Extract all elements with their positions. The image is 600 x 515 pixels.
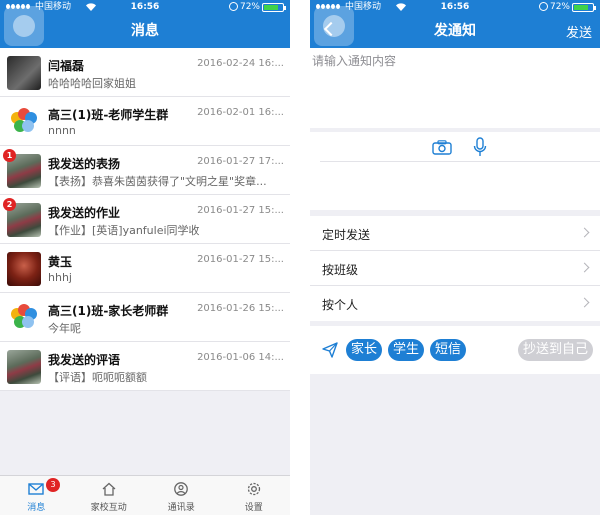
chevron-right-icon [579, 262, 590, 273]
notice-content-input[interactable] [312, 52, 596, 124]
page-title: 消息 [131, 23, 159, 39]
paper-plane-icon [322, 342, 338, 358]
message-sender: 我发送的表扬 [48, 157, 121, 171]
avatar [7, 56, 41, 90]
option-row[interactable]: 按个人 [310, 286, 600, 321]
send-button[interactable]: 发送 [566, 22, 592, 41]
message-sender: 我发送的评语 [48, 353, 121, 367]
battery-level-fill [574, 5, 588, 10]
tab-label: 设置 [244, 503, 263, 513]
flower-petal [22, 120, 34, 132]
chevron-right-icon [579, 227, 590, 238]
compose-area [310, 48, 600, 128]
avatar-image [7, 252, 41, 286]
unread-count-badge: 3 [46, 478, 60, 492]
option-label: 定时发送 [322, 228, 371, 242]
avatar: 1 [3, 149, 41, 188]
messages-screen: 中国移动 16:56 72% 消息 闫福磊 2016-02-24 16:... 哈哈… [0, 0, 290, 515]
message-preview: hhhj [48, 271, 72, 284]
alarm-icon [229, 2, 238, 11]
message-date: 2016-01-26 15:... [197, 303, 284, 314]
avatar-image [7, 56, 41, 90]
tab-envelope[interactable]: 消息 3 [0, 476, 73, 515]
sms-pill[interactable]: 短信 [430, 339, 467, 361]
avatar [7, 252, 41, 286]
message-sender: 我发送的作业 [48, 206, 121, 220]
compose-header: 中国移动 16:56 72% 发通知 发送 [310, 0, 600, 48]
message-sender: 黄玉 [48, 255, 73, 269]
messages-header: 中国移动 16:56 72% 消息 [0, 0, 290, 48]
message-date: 2016-01-27 17:... [197, 156, 284, 167]
message-sender: 闫福磊 [48, 59, 85, 73]
battery-percent: 72% [549, 2, 570, 12]
message-row[interactable]: 2 我发送的作业 2016-01-27 15:... 【作业】[英语]yanfulei… [0, 195, 290, 244]
tab-contacts[interactable]: 通讯录 [145, 476, 218, 515]
message-preview: 哈哈哈哈回家姐姐 [48, 77, 136, 90]
media-toolbar [310, 132, 600, 210]
option-label: 按个人 [322, 298, 359, 312]
home-icon [101, 481, 117, 496]
battery-percent: 72% [239, 2, 260, 12]
message-list: 闫福磊 2016-02-24 16:... 哈哈哈哈回家姐姐高三(1)班-老师学生群… [0, 48, 290, 391]
tab-label: 家校互动 [90, 503, 127, 513]
tab-bar: 消息 3 家校互动 通讯录 设置 [0, 475, 290, 515]
divider [320, 161, 600, 162]
message-row[interactable]: 高三(1)班-家长老师群 2016-01-26 15:... 今年呢 [0, 293, 290, 342]
unread-badge: 2 [3, 198, 16, 211]
message-row[interactable]: 黄玉 2016-01-27 15:... hhhj [0, 244, 290, 293]
message-row[interactable]: 1 我发送的表扬 2016-01-27 17:... 【表扬】恭喜朱茵茵获得了"文明之… [0, 146, 290, 195]
message-row[interactable]: 闫福磊 2016-02-24 16:... 哈哈哈哈回家姐姐 [0, 48, 290, 97]
message-date: 2016-01-06 14:... [197, 352, 284, 363]
avatar: 2 [3, 198, 41, 237]
message-date: 2016-01-27 15:... [197, 205, 284, 216]
tab-gear[interactable]: 设置 [218, 476, 291, 515]
avatar [7, 301, 41, 335]
flower-petal [22, 316, 34, 328]
message-date: 2016-02-24 16:... [197, 58, 284, 69]
message-preview: 【表扬】恭喜朱茵茵获得了"文明之星"奖章... [48, 175, 267, 188]
recipient-students-pill[interactable]: 学生 [388, 339, 425, 361]
battery-icon [572, 3, 596, 12]
chevron-right-icon [579, 297, 590, 308]
option-row[interactable]: 定时发送 [310, 216, 600, 251]
screenshot-stage: 中国移动 16:56 72% 消息 闫福磊 2016-02-24 16:... 哈哈… [0, 0, 600, 515]
tab-label: 消息 [27, 503, 46, 513]
message-row[interactable]: 我发送的评语 2016-01-06 14:... 【评语】呃呃呃额额 [0, 342, 290, 391]
message-preview: 【作业】[英语]yanfulei同学收 [48, 224, 200, 237]
envelope-icon [28, 481, 44, 495]
recipient-bar: 家长 学生 短信 抄送到自己 [310, 326, 600, 374]
microphone-icon[interactable] [472, 137, 488, 157]
battery-icon [262, 3, 286, 12]
recipient-parents-pill[interactable]: 家长 [346, 339, 383, 361]
tab-home[interactable]: 家校互动 [73, 476, 146, 515]
battery-level-fill [264, 5, 278, 10]
message-preview: 【评语】呃呃呃额额 [48, 371, 147, 384]
message-sender: 高三(1)班-老师学生群 [48, 108, 169, 122]
avatar-image [7, 350, 41, 384]
cc-self-pill[interactable]: 抄送到自己 [518, 339, 594, 361]
avatar [7, 350, 41, 384]
tab-label: 通讯录 [167, 503, 195, 513]
message-date: 2016-02-01 16:... [197, 107, 284, 118]
contacts-icon [173, 481, 189, 496]
message-row[interactable]: 高三(1)班-老师学生群 2016-02-01 16:... nnnn [0, 97, 290, 146]
send-options: 定时发送按班级按个人 [310, 216, 600, 321]
avatar [7, 105, 41, 139]
page-title: 发通知 [434, 23, 476, 39]
alarm-icon [539, 2, 548, 11]
message-preview: 今年呢 [48, 322, 81, 335]
group-flower-icon [7, 301, 41, 335]
option-label: 按班级 [322, 263, 359, 277]
message-date: 2016-01-27 15:... [197, 254, 284, 265]
camera-icon[interactable] [432, 140, 452, 155]
group-flower-icon [7, 105, 41, 139]
unread-badge: 1 [3, 149, 16, 162]
gear-icon [246, 481, 262, 496]
message-preview: nnnn [48, 124, 76, 137]
option-row[interactable]: 按班级 [310, 251, 600, 286]
message-sender: 高三(1)班-家长老师群 [48, 304, 169, 318]
compose-screen: 中国移动 16:56 72% 发通知 发送 请输入通知内容 定时发送 按班级 按… [310, 0, 600, 515]
